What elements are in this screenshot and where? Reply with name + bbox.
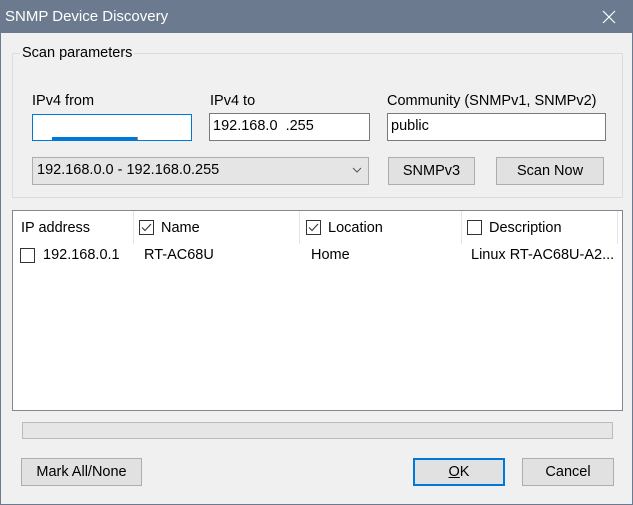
- row-select-checkbox[interactable]: [20, 247, 35, 263]
- ok-label-rest: K: [459, 464, 470, 480]
- column-description-checkbox[interactable]: [467, 220, 482, 235]
- column-location[interactable]: Location: [306, 211, 461, 244]
- ipv4-to-input[interactable]: 192.168.0 .255: [209, 113, 370, 141]
- row-name-cell: RT-AC68U: [144, 247, 214, 263]
- row-ip: 192.168.0.1: [43, 247, 120, 263]
- ipv4-from-label: IPv4 from: [32, 93, 95, 109]
- checkmark-icon: [141, 223, 152, 232]
- column-location-checkbox[interactable]: [306, 220, 321, 235]
- column-name-checkbox[interactable]: [139, 220, 154, 235]
- column-name[interactable]: Name: [139, 211, 299, 244]
- column-description[interactable]: Description: [467, 211, 617, 244]
- column-separator[interactable]: [133, 211, 134, 244]
- snmp-discovery-dialog: SNMP Device Discovery Scan parameters IP…: [0, 0, 633, 505]
- row-description-cell: Linux RT-AC68U-A2...: [471, 247, 615, 263]
- snmpv3-button[interactable]: SNMPv3: [388, 157, 475, 185]
- ipv4-to-label: IPv4 to: [210, 93, 256, 109]
- ip-range-selected: 192.168.0.0 - 192.168.0.255: [37, 162, 220, 178]
- checkmark-icon: [308, 223, 319, 232]
- chevron-down-icon: [352, 167, 362, 173]
- community-label: Community (SNMPv1, SNMPv2): [387, 93, 597, 109]
- mark-all-none-button[interactable]: Mark All/None: [21, 458, 142, 486]
- ok-accelerator: O: [448, 464, 460, 480]
- column-separator[interactable]: [461, 211, 462, 244]
- device-list[interactable]: IP address Name Location Description 192…: [12, 210, 623, 411]
- column-separator[interactable]: [299, 211, 300, 244]
- ipv4-from-value: 192.168.0 .0: [52, 137, 138, 140]
- scan-progress-bar: [22, 422, 613, 439]
- ok-button[interactable]: OK: [413, 458, 505, 486]
- scan-now-button[interactable]: Scan Now: [496, 157, 604, 185]
- community-input[interactable]: public: [387, 113, 606, 141]
- ip-range-dropdown[interactable]: 192.168.0.0 - 192.168.0.255: [32, 157, 369, 185]
- close-button[interactable]: [586, 1, 632, 33]
- column-name-label: Name: [161, 219, 200, 236]
- column-description-label: Description: [489, 219, 562, 236]
- column-ip-address[interactable]: IP address: [21, 211, 133, 244]
- row-location-cell: Home: [311, 247, 350, 263]
- row-ip-cell: 192.168.0.1: [20, 244, 120, 266]
- close-icon: [602, 10, 616, 24]
- column-separator[interactable]: [617, 211, 618, 244]
- scan-parameters-label: Scan parameters: [20, 45, 135, 61]
- table-row[interactable]: 192.168.0.1 RT-AC68U Home Linux RT-AC68U…: [13, 244, 622, 266]
- window-title: SNMP Device Discovery: [5, 8, 169, 25]
- device-list-header: IP address Name Location Description: [13, 211, 622, 244]
- ipv4-from-input[interactable]: 192.168.0 .0: [32, 114, 192, 141]
- column-location-label: Location: [328, 219, 383, 236]
- cancel-button[interactable]: Cancel: [522, 458, 614, 486]
- column-ip-address-label: IP address: [21, 219, 91, 236]
- title-bar[interactable]: SNMP Device Discovery: [1, 1, 632, 33]
